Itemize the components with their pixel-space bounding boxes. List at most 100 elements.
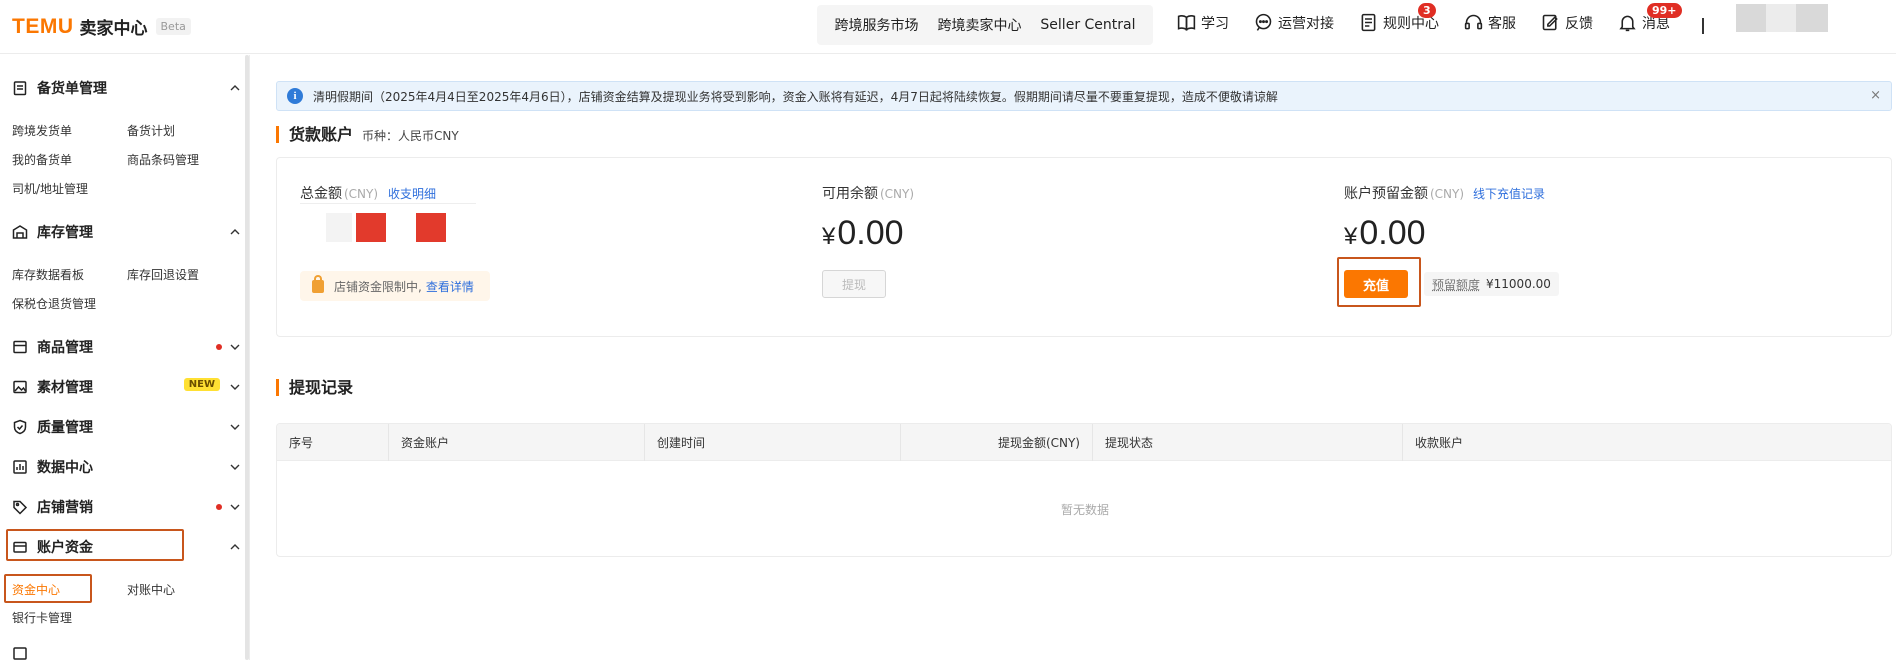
edit-icon bbox=[1542, 14, 1558, 31]
sidebar-group-label: 店铺营销 bbox=[37, 500, 93, 516]
reserve-amount-label: 账户预留金额 (CNY) bbox=[1344, 183, 1464, 203]
sidebar-group-data[interactable]: 数据中心 bbox=[0, 451, 250, 483]
account-section-title: 货款账户 bbox=[276, 126, 353, 143]
sidebar-item-bank-card[interactable]: 银行卡管理 bbox=[12, 609, 72, 626]
nav-service-market[interactable]: 跨境服务市场 bbox=[834, 15, 918, 35]
withdraw-button[interactable]: 提现 bbox=[822, 270, 886, 298]
empty-state: 暂无数据 bbox=[1060, 502, 1109, 517]
sidebar-item-inventory-board[interactable]: 库存数据看板 bbox=[12, 266, 84, 283]
column-header-withdraw-amount: 提现金额(CNY) bbox=[901, 424, 1093, 461]
withdraw-records-title: 提现记录 bbox=[276, 379, 353, 396]
learn-label: 学习 bbox=[1201, 15, 1229, 32]
offline-recharge-record-link[interactable]: 线下充值记录 bbox=[1473, 185, 1545, 202]
sidebar-item-driver-address[interactable]: 司机/地址管理 bbox=[12, 180, 88, 197]
messages-badge: 99+ bbox=[1647, 3, 1682, 18]
view-details-link[interactable]: 查看详情 bbox=[426, 278, 474, 295]
feedback-button[interactable]: 反馈 bbox=[1540, 12, 1593, 33]
sidebar: 备货单管理 跨境发货单 备货计划 我的备货单 商品条码管理 司机/地址管理 库存… bbox=[0, 55, 250, 660]
top-header: TEMU 卖家中心 Beta 跨境服务市场 跨境卖家中心 Seller Cent… bbox=[0, 0, 1896, 54]
sidebar-group-label: 商品管理 bbox=[37, 340, 93, 356]
chat-icon bbox=[1255, 13, 1272, 31]
warehouse-icon bbox=[12, 225, 28, 239]
fund-restriction-notice: 店铺资金限制中, 查看详情 bbox=[300, 271, 490, 301]
reserve-amount-number: 0.00 bbox=[1359, 214, 1426, 252]
sidebar-group-material[interactable]: 素材管理 NEW bbox=[0, 371, 250, 403]
sidebar-group-inventory[interactable]: 库存管理 bbox=[0, 216, 250, 248]
headset-icon bbox=[1464, 14, 1483, 30]
tag-icon bbox=[13, 500, 28, 515]
column-header-withdraw-status: 提现状态 bbox=[1093, 424, 1403, 461]
ops-button[interactable]: 运营对接 bbox=[1253, 12, 1334, 33]
sidebar-group-label: 备货单管理 bbox=[37, 81, 107, 97]
beta-badge: Beta bbox=[155, 18, 191, 35]
reserve-amount-unit: (CNY) bbox=[1430, 187, 1465, 201]
masked-amount-red-1 bbox=[356, 213, 386, 242]
income-expense-detail-link[interactable]: 收支明细 bbox=[388, 185, 436, 202]
bell-icon bbox=[1619, 15, 1636, 32]
ops-label: 运营对接 bbox=[1278, 15, 1334, 32]
clipboard-icon bbox=[13, 81, 27, 96]
column-header-receiving-account: 收款账户 bbox=[1415, 436, 1464, 450]
service-label: 客服 bbox=[1488, 15, 1516, 32]
red-dot-indicator bbox=[216, 344, 222, 350]
chevron-up-icon bbox=[230, 85, 240, 91]
sidebar-item-reconcile[interactable]: 对账中心 bbox=[127, 581, 175, 598]
book-icon bbox=[1177, 15, 1196, 31]
currency-symbol: ¥ bbox=[822, 223, 836, 250]
available-balance-number: 0.00 bbox=[837, 214, 904, 252]
currency-symbol: ¥ bbox=[1344, 223, 1358, 250]
document-icon bbox=[1361, 13, 1376, 32]
sidebar-scrollbar[interactable] bbox=[245, 55, 249, 660]
new-badge: NEW bbox=[183, 378, 220, 391]
total-amount-label-text: 总金额 bbox=[300, 186, 342, 202]
sidebar-item-bonded-return[interactable]: 保税仓退货管理 bbox=[12, 295, 96, 312]
sidebar-group-label: 素材管理 bbox=[37, 380, 93, 396]
product-icon bbox=[13, 340, 27, 354]
underline bbox=[300, 203, 476, 204]
reserve-amount-label-text: 账户预留金额 bbox=[1344, 186, 1428, 202]
notice-text: 清明假期间（2025年4月4日至2025年4月6日），店铺资金结算及提现业务将受… bbox=[313, 89, 1278, 104]
column-header-index: 序号 bbox=[277, 424, 389, 461]
sidebar-item-my-stock-order[interactable]: 我的备货单 bbox=[12, 151, 72, 168]
service-button[interactable]: 客服 bbox=[1463, 12, 1516, 33]
sidebar-group-marketing[interactable]: 店铺营销 bbox=[0, 491, 250, 523]
sidebar-group-goods[interactable]: 商品管理 bbox=[0, 331, 250, 363]
column-header-created-time: 创建时间 bbox=[645, 424, 901, 461]
currency-label: 币种：人民币CNY bbox=[362, 129, 459, 143]
reserve-amount-value: ¥0.00 bbox=[1344, 214, 1426, 253]
rules-button[interactable]: 规则中心 3 bbox=[1358, 3, 1439, 33]
highlight-recharge-button bbox=[1337, 257, 1421, 307]
sidebar-item-cross-shipping[interactable]: 跨境发货单 bbox=[12, 122, 72, 139]
logo[interactable]: TEMU 卖家中心 Beta bbox=[12, 14, 191, 39]
nav-cross-seller-center[interactable]: 跨境卖家中心 bbox=[937, 15, 1021, 35]
chevron-down-icon bbox=[230, 504, 240, 510]
messages-button[interactable]: 消息 99+ bbox=[1617, 3, 1682, 33]
feedback-label: 反馈 bbox=[1565, 15, 1593, 32]
learn-button[interactable]: 学习 bbox=[1176, 12, 1229, 33]
sidebar-item-barcode[interactable]: 商品条码管理 bbox=[127, 151, 199, 168]
reserve-quota-label[interactable]: 预留额度 bbox=[1432, 276, 1480, 293]
withdraw-records-table: 序号 资金账户 创建时间 提现金额(CNY) 提现状态 收款账户 暂无数据 bbox=[276, 423, 1892, 557]
close-icon[interactable]: × bbox=[1870, 88, 1881, 103]
info-icon: i bbox=[287, 88, 303, 104]
shield-icon bbox=[13, 419, 27, 435]
header-tools: 学习 运营对接 规则中心 3 客服 反馈 消息 99+ bbox=[1176, 3, 1694, 33]
lock-icon bbox=[312, 274, 324, 293]
total-amount-label: 总金额 (CNY) bbox=[300, 183, 378, 203]
sidebar-group-label: 库存管理 bbox=[37, 225, 93, 241]
reserve-quota-value: ¥11000.00 bbox=[1486, 277, 1551, 291]
sidebar-group-partial[interactable] bbox=[0, 645, 250, 660]
table-header: 序号 资金账户 创建时间 提现金额(CNY) 提现状态 收款账户 bbox=[277, 424, 1891, 461]
restriction-text: 店铺资金限制中, bbox=[334, 279, 422, 294]
avatar-mask-1 bbox=[1766, 4, 1796, 32]
sidebar-group-quality[interactable]: 质量管理 bbox=[0, 411, 250, 443]
sidebar-item-stock-plan[interactable]: 备货计划 bbox=[127, 122, 175, 139]
sidebar-item-inventory-return[interactable]: 库存回退设置 bbox=[127, 266, 199, 283]
chevron-up-icon bbox=[230, 544, 240, 550]
chevron-down-icon bbox=[230, 344, 240, 350]
column-header-fund-account: 资金账户 bbox=[389, 424, 645, 461]
sidebar-group-stock-order[interactable]: 备货单管理 bbox=[0, 72, 250, 104]
chevron-down-icon bbox=[230, 464, 240, 470]
nav-seller-central[interactable]: Seller Central bbox=[1040, 17, 1135, 33]
sidebar-group-label: 数据中心 bbox=[37, 460, 93, 476]
